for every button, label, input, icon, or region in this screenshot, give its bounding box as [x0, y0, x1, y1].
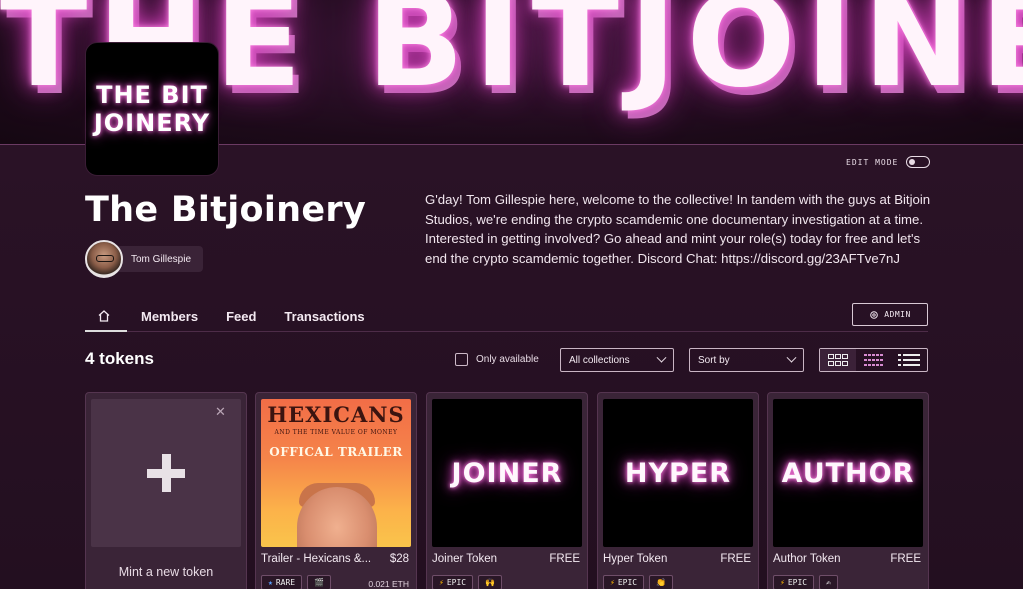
category-badge: 🙌 — [478, 575, 503, 589]
rarity-label: EPIC — [446, 578, 467, 587]
small-grid-icon — [863, 354, 883, 366]
token-name: Joiner Token — [432, 553, 497, 565]
tab-feed[interactable]: Feed — [226, 302, 256, 332]
collection-title: The Bitjoinery — [85, 190, 367, 230]
clapping-hands-icon: 👏 — [656, 578, 667, 587]
token-image: HYPER — [603, 399, 753, 547]
rarity-label: EPIC — [617, 578, 638, 587]
token-badges: ★ RARE 🎬 — [261, 575, 332, 589]
only-available-label: Only available — [476, 354, 539, 365]
token-card[interactable]: HYPER Hyper Token FREE ⚡ EPIC 👏 — [597, 392, 759, 589]
token-name: Hyper Token — [603, 553, 668, 565]
token-image-word: AUTHOR — [781, 457, 915, 489]
token-image-word: JOINER — [451, 457, 563, 489]
writing-hand-icon: ✍ — [826, 578, 831, 587]
chevron-down-icon — [656, 352, 667, 363]
mint-area[interactable] — [91, 399, 241, 547]
token-image: JOINER — [432, 399, 582, 547]
collections-select[interactable]: All collections — [560, 348, 674, 372]
token-name: Author Token — [773, 553, 841, 565]
token-card[interactable]: AUTHOR Author Token FREE ⚡ EPIC ✍ — [767, 392, 929, 589]
logo-line-1: THE BIT — [96, 81, 208, 109]
gear-icon — [870, 310, 879, 319]
token-badges: ⚡ EPIC 🙌 — [432, 575, 503, 589]
edit-mode-toggle[interactable] — [906, 156, 931, 168]
category-badge: 👏 — [649, 575, 674, 589]
rarity-label: RARE — [275, 578, 296, 587]
mint-token-label: Mint a new token — [118, 565, 214, 579]
token-image: HEXICANS AND THE TIME VALUE OF MONEY OFF… — [261, 399, 411, 547]
sort-select[interactable]: Sort by — [689, 348, 804, 372]
chevron-down-icon — [786, 352, 797, 363]
tab-home[interactable] — [85, 302, 127, 332]
token-card[interactable]: JOINER Joiner Token FREE ⚡ EPIC 🙌 — [426, 392, 588, 589]
view-small-grid[interactable] — [856, 349, 892, 371]
raised-hands-icon: 🙌 — [485, 578, 496, 587]
rarity-badge: ⚡ EPIC — [603, 575, 645, 589]
mint-token-card[interactable]: ✕ Mint a new token — [85, 392, 247, 589]
token-name: Trailer - Hexicans &... — [261, 553, 372, 565]
lightning-icon: ⚡ — [439, 578, 444, 587]
only-available-checkbox[interactable] — [455, 353, 468, 366]
category-badge: 🎬 — [307, 575, 332, 589]
rarity-badge: ⚡ EPIC — [432, 575, 474, 589]
tab-members[interactable]: Members — [141, 302, 198, 332]
rarity-badge: ⚡ EPIC — [773, 575, 815, 589]
token-price: FREE — [549, 553, 580, 565]
logo-line-2: JOINERY — [93, 109, 211, 137]
token-count: 4 tokens — [85, 349, 154, 368]
token-price: $28 — [389, 553, 409, 565]
collections-select-value: All collections — [569, 354, 630, 366]
view-list[interactable] — [891, 349, 927, 371]
token-badges: ⚡ EPIC 👏 — [603, 575, 674, 589]
view-switcher — [819, 348, 928, 372]
sort-select-value: Sort by — [698, 354, 730, 366]
home-icon — [98, 309, 110, 322]
token-card[interactable]: HEXICANS AND THE TIME VALUE OF MONEY OFF… — [255, 392, 417, 589]
admin-button[interactable]: ADMIN — [852, 303, 928, 326]
category-badge: ✍ — [819, 575, 838, 589]
lightning-icon: ⚡ — [610, 578, 615, 587]
admin-button-label: ADMIN — [884, 310, 911, 319]
clapperboard-icon: 🎬 — [314, 578, 325, 587]
edit-mode-label: EDIT MODE — [846, 157, 899, 167]
owner-badge[interactable]: Tom Gillespie — [85, 240, 204, 278]
owner-avatar — [85, 240, 123, 278]
rarity-badge: ★ RARE — [261, 575, 303, 589]
tab-transactions[interactable]: Transactions — [284, 302, 364, 332]
list-icon — [898, 354, 921, 366]
token-eth-price: 0.021 ETH — [368, 579, 409, 589]
only-available-filter[interactable]: Only available — [455, 353, 539, 366]
view-large-grid[interactable] — [820, 349, 856, 371]
owner-name: Tom Gillespie — [113, 246, 204, 272]
collection-logo: THE BIT JOINERY — [85, 42, 219, 176]
token-image: AUTHOR — [773, 399, 923, 547]
token-price: FREE — [720, 553, 751, 565]
edit-mode-control[interactable]: EDIT MODE — [846, 156, 931, 168]
lightning-icon: ⚡ — [780, 578, 785, 587]
close-icon[interactable]: ✕ — [215, 404, 226, 420]
collection-description: G'day! Tom Gillespie here, welcome to th… — [425, 192, 931, 266]
collection-tabs: Members Feed Transactions — [85, 302, 928, 332]
token-badges: ⚡ EPIC ✍ — [773, 575, 838, 589]
poster-caption: OFFICAL TRAILER — [269, 445, 403, 459]
poster-title: HEXICANS — [267, 402, 405, 427]
large-grid-icon — [827, 354, 848, 366]
rarity-label: EPIC — [787, 578, 808, 587]
star-icon: ★ — [268, 578, 273, 587]
plus-icon-vertical — [162, 454, 171, 492]
token-image-word: HYPER — [624, 457, 732, 489]
poster-subtitle: AND THE TIME VALUE OF MONEY — [274, 429, 398, 436]
token-price: FREE — [890, 553, 921, 565]
